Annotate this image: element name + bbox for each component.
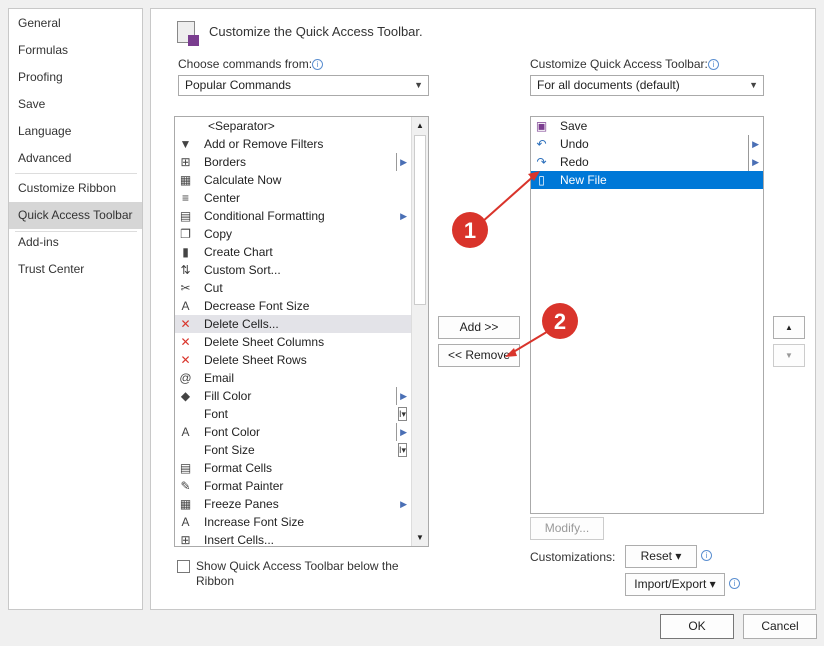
annotation-arrow-1 <box>481 173 537 223</box>
ok-button[interactable]: OK <box>660 614 734 639</box>
annotations-layer: 1 2 <box>452 171 578 357</box>
annotation-number-2: 2 <box>554 309 566 334</box>
cancel-button[interactable]: Cancel <box>743 614 817 639</box>
annotation-number-1: 1 <box>464 218 476 243</box>
arrowhead-2 <box>505 348 517 357</box>
annotation-arrow-2 <box>509 329 551 355</box>
